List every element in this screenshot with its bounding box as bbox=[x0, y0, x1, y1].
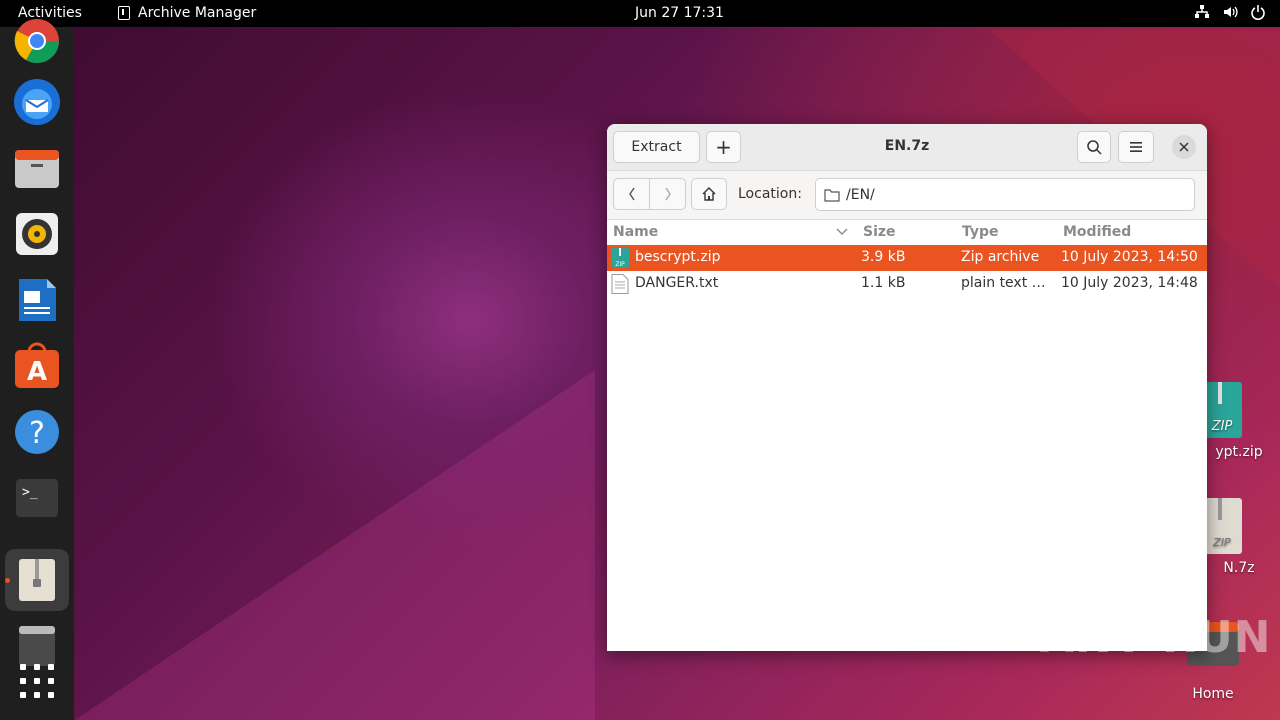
desktop-item-label: Home bbox=[1192, 686, 1234, 702]
file-size: 1.1 kB bbox=[861, 275, 906, 291]
column-header-size[interactable]: Size bbox=[863, 224, 896, 240]
location-field[interactable]: /EN/ bbox=[815, 178, 1195, 211]
file-row[interactable]: ZIP bescrypt.zip 3.9 kB Zip archive 10 J… bbox=[607, 245, 1207, 271]
file-row[interactable]: DANGER.txt 1.1 kB plain text … 10 July 2… bbox=[607, 271, 1207, 297]
file-type: Zip archive bbox=[961, 249, 1040, 265]
svg-text:>_: >_ bbox=[22, 485, 38, 500]
close-button[interactable] bbox=[1172, 135, 1196, 159]
folder-icon bbox=[824, 188, 840, 202]
app-name: Archive Manager bbox=[138, 5, 257, 21]
running-indicator bbox=[5, 578, 10, 583]
add-files-button[interactable]: + bbox=[706, 131, 741, 163]
location-label: Location: bbox=[738, 186, 802, 202]
file-modified: 10 July 2023, 14:50 bbox=[1061, 249, 1198, 265]
volume-icon[interactable] bbox=[1222, 4, 1238, 20]
desktop-item-label: ypt.zip bbox=[1215, 444, 1263, 460]
column-header-type[interactable]: Type bbox=[962, 224, 999, 240]
column-header-modified[interactable]: Modified bbox=[1063, 224, 1131, 240]
dock: A ? >_ bbox=[0, 19, 74, 720]
files-icon[interactable] bbox=[13, 144, 61, 192]
home-button[interactable] bbox=[691, 178, 727, 210]
svg-text:ZIP: ZIP bbox=[615, 261, 625, 268]
extract-button[interactable]: Extract bbox=[613, 131, 700, 163]
wallpaper-shape bbox=[75, 370, 595, 720]
app-center-icon[interactable]: A bbox=[13, 342, 61, 390]
location-value: /EN/ bbox=[846, 186, 875, 203]
file-modified: 10 July 2023, 14:48 bbox=[1061, 275, 1198, 291]
search-button[interactable] bbox=[1077, 131, 1111, 163]
terminal-icon[interactable]: >_ bbox=[13, 474, 61, 522]
chrome-icon[interactable] bbox=[13, 17, 61, 65]
top-bar: Activities Archive Manager Jun 27 17:31 bbox=[0, 0, 1280, 27]
list-header: Name Size Type Modified bbox=[607, 220, 1207, 245]
svg-text:?: ? bbox=[29, 416, 45, 451]
close-icon bbox=[1179, 142, 1189, 152]
svg-text:ZIP: ZIP bbox=[1212, 536, 1231, 549]
file-name: DANGER.txt bbox=[635, 275, 719, 291]
text-file-icon bbox=[611, 274, 629, 294]
file-name: bescrypt.zip bbox=[635, 249, 721, 265]
desktop-item-label: N.7z bbox=[1223, 560, 1255, 576]
forward-button[interactable] bbox=[649, 178, 686, 210]
system-tray[interactable] bbox=[1194, 4, 1266, 20]
app-grid-icon[interactable] bbox=[13, 657, 61, 705]
chevron-left-icon bbox=[628, 187, 635, 201]
power-icon[interactable] bbox=[1250, 4, 1266, 20]
menu-button[interactable] bbox=[1118, 131, 1154, 163]
file-size: 3.9 kB bbox=[861, 249, 906, 265]
zip-file-icon: ZIP bbox=[611, 248, 629, 268]
archive-manager-window: Extract + EN.7z Location: /EN/ Name Size… bbox=[607, 124, 1207, 651]
writer-icon[interactable] bbox=[13, 276, 61, 324]
watermark: ANY RUN bbox=[1040, 612, 1272, 663]
back-button[interactable] bbox=[613, 178, 650, 210]
thunderbird-icon[interactable] bbox=[13, 78, 61, 126]
clock[interactable]: Jun 27 17:31 bbox=[635, 5, 724, 21]
home-icon bbox=[702, 187, 716, 201]
chevron-right-icon bbox=[664, 187, 671, 201]
header-bar: Extract + EN.7z bbox=[607, 124, 1207, 171]
column-header-name[interactable]: Name bbox=[613, 224, 658, 240]
help-icon[interactable]: ? bbox=[13, 408, 61, 456]
network-icon[interactable] bbox=[1194, 4, 1210, 20]
archive-app-icon bbox=[118, 6, 130, 20]
hamburger-menu-icon bbox=[1130, 142, 1142, 152]
location-toolbar: Location: /EN/ bbox=[607, 171, 1207, 220]
file-type: plain text … bbox=[961, 275, 1046, 291]
rhythmbox-icon[interactable] bbox=[13, 210, 61, 258]
app-menu[interactable]: Archive Manager bbox=[118, 5, 256, 21]
file-list: Name Size Type Modified ZIP bescrypt.zip… bbox=[607, 220, 1207, 297]
sort-descending-icon[interactable] bbox=[836, 228, 848, 236]
search-icon bbox=[1087, 140, 1102, 155]
svg-text:ZIP: ZIP bbox=[1211, 419, 1233, 434]
archive-manager-icon[interactable] bbox=[5, 549, 69, 611]
svg-text:A: A bbox=[27, 357, 47, 387]
